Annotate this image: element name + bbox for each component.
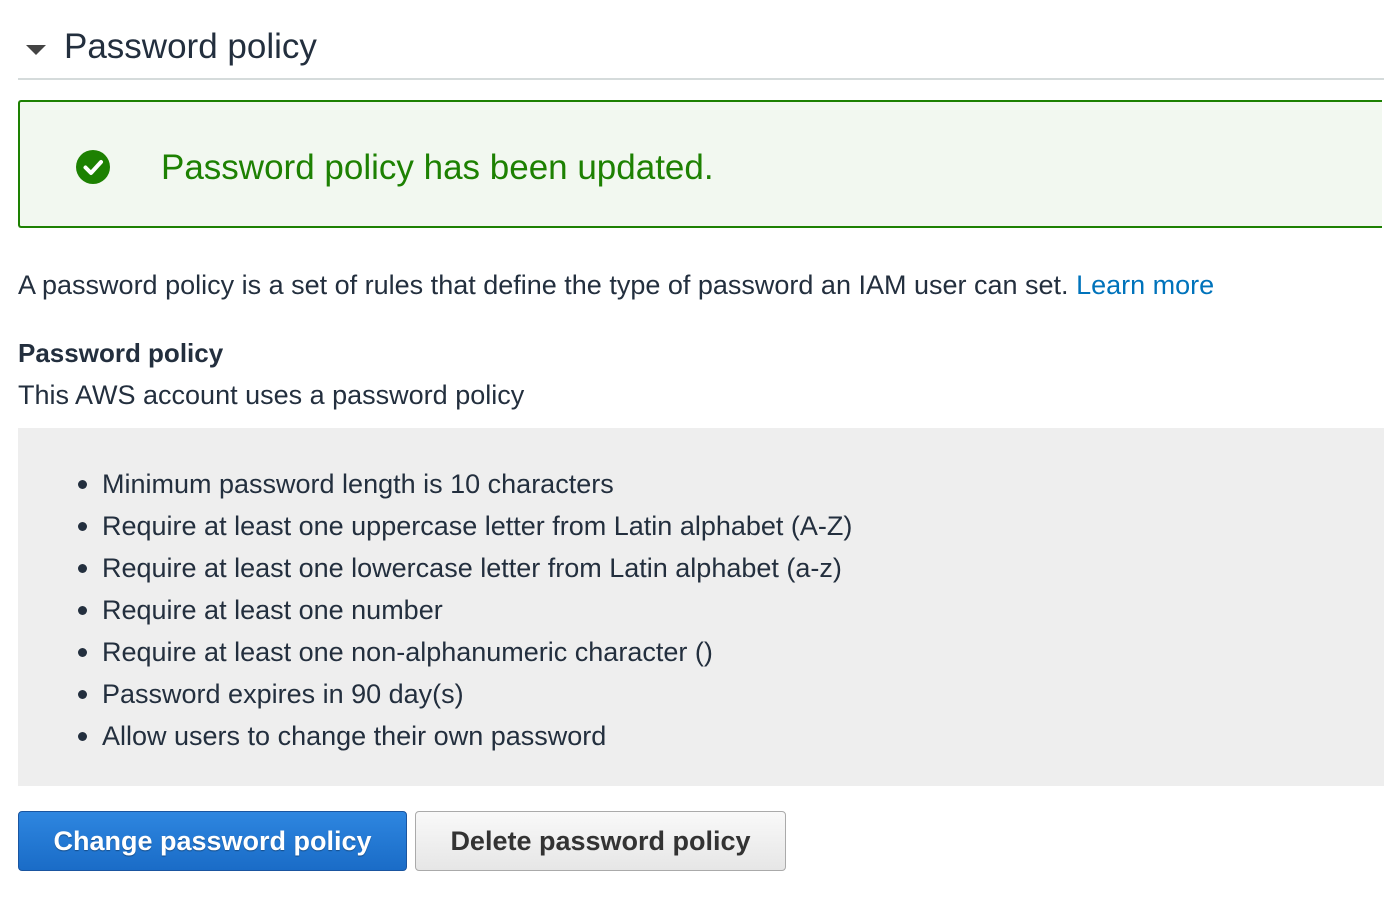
delete-password-policy-button[interactable]: Delete password policy (415, 811, 786, 871)
policy-rule-item: Minimum password length is 10 characters (78, 463, 852, 505)
bullet-icon (78, 732, 87, 741)
bullet-icon (78, 564, 87, 573)
policy-rule-text: Minimum password length is 10 characters (102, 469, 614, 499)
policy-rules-box: Minimum password length is 10 characters… (18, 428, 1384, 786)
description-text: A password policy is a set of rules that… (18, 270, 1069, 300)
policy-rule-text: Require at least one non-alphanumeric ch… (102, 637, 713, 667)
section-title: Password policy (64, 27, 317, 66)
learn-more-link[interactable]: Learn more (1076, 270, 1214, 300)
policy-rules-list: Minimum password length is 10 characters… (78, 463, 852, 757)
policy-status: This AWS account uses a password policy (18, 380, 525, 410)
policy-rule-item: Require at least one number (78, 589, 852, 631)
change-password-policy-button[interactable]: Change password policy (18, 811, 407, 871)
bullet-icon (78, 522, 87, 531)
success-alert: Password policy has been updated. (18, 100, 1382, 228)
check-circle-icon (76, 150, 110, 184)
policy-rule-item: Allow users to change their own password (78, 715, 852, 757)
policy-rule-text: Password expires in 90 day(s) (102, 679, 464, 709)
policy-rule-text: Require at least one number (102, 595, 443, 625)
policy-description: A password policy is a set of rules that… (18, 266, 1214, 304)
policy-rule-text: Allow users to change their own password (102, 721, 607, 751)
policy-rule-item: Require at least one lowercase letter fr… (78, 547, 852, 589)
bullet-icon (78, 606, 87, 615)
caret-down-icon[interactable] (26, 45, 46, 55)
policy-rule-item: Require at least one uppercase letter fr… (78, 505, 852, 547)
password-policy-page: Password policy Password policy has been… (0, 0, 1384, 904)
alert-message: Password policy has been updated. (161, 148, 714, 187)
password-policy-section-header[interactable]: Password policy (18, 22, 1384, 80)
bullet-icon (78, 648, 87, 657)
policy-heading: Password policy (18, 338, 224, 368)
policy-rule-text: Require at least one uppercase letter fr… (102, 511, 853, 541)
bullet-icon (78, 690, 87, 699)
policy-rule-item: Password expires in 90 day(s) (78, 673, 852, 715)
policy-rule-item: Require at least one non-alphanumeric ch… (78, 631, 852, 673)
policy-rule-text: Require at least one lowercase letter fr… (102, 553, 842, 583)
bullet-icon (78, 480, 87, 489)
